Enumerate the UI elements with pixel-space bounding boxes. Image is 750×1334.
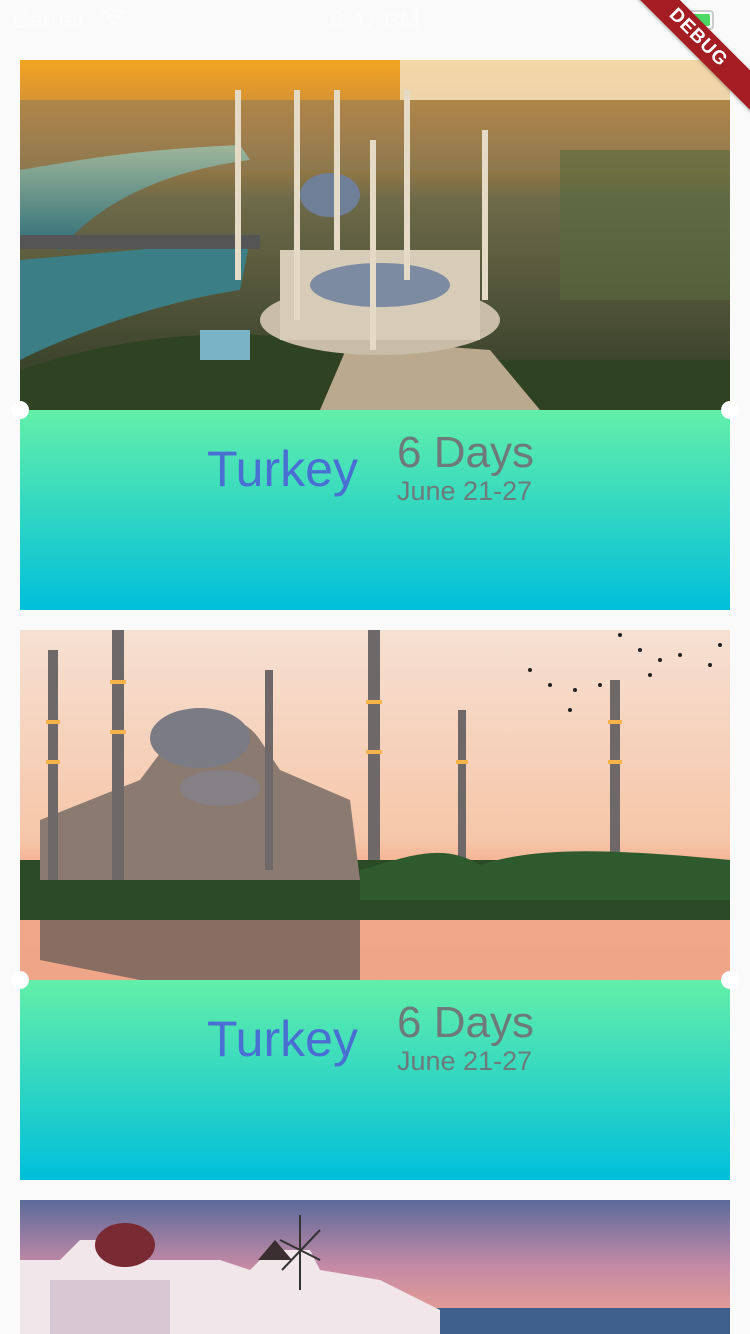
divider-notch-right	[721, 971, 739, 989]
trip-info-panel: Turkey 6 Days June 21-27	[20, 410, 730, 610]
status-bar: Carrier 8:47 PM	[0, 0, 750, 40]
trip-duration: 6 Days	[397, 998, 534, 1047]
trip-duration: 6 Days	[397, 428, 534, 477]
destination-label: Turkey	[207, 441, 358, 497]
divider-notch-left	[11, 401, 29, 419]
divider-notch-left	[11, 971, 29, 989]
destination-label: Turkey	[207, 1011, 358, 1067]
blue-mosque-sunset-photo	[20, 630, 730, 980]
aerial-mosque-photo	[20, 60, 730, 410]
clock-label: 8:47 PM	[330, 7, 420, 34]
trip-dates: June 21-27	[397, 1046, 533, 1076]
trip-dates: June 21-27	[397, 476, 533, 506]
santorini-sunset-photo	[20, 1200, 730, 1334]
divider-notch-right	[721, 401, 739, 419]
trip-info-panel: Turkey 6 Days June 21-27	[20, 980, 730, 1180]
